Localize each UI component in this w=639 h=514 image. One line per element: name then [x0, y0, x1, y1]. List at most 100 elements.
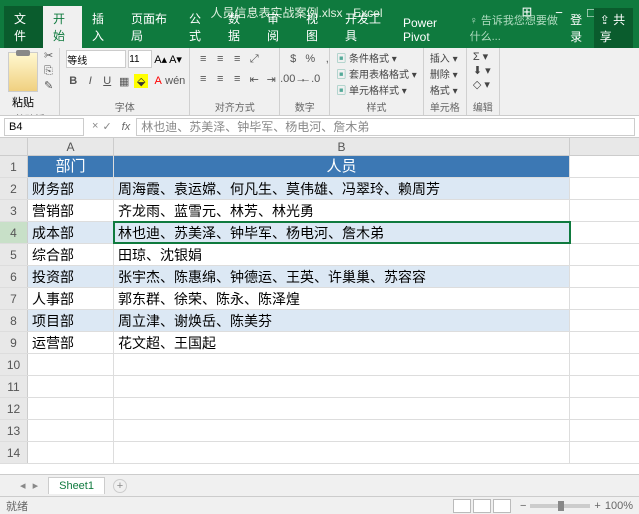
cell[interactable] — [114, 376, 570, 397]
cell[interactable]: 齐龙雨、蓝雪元、林芳、林光勇 — [114, 200, 570, 221]
cell[interactable]: 人事部 — [28, 288, 114, 309]
cell[interactable] — [28, 398, 114, 419]
login-link[interactable]: 登录 — [570, 11, 588, 45]
align-mid-icon[interactable]: ≡ — [213, 52, 227, 66]
tab-insert[interactable]: 插入 — [82, 6, 121, 48]
autosum-button[interactable]: Σ ▾ — [473, 50, 491, 63]
spreadsheet-grid[interactable]: A B 1部门人员2财务部周海霞、袁运嫦、何凡生、莫伟雄、冯翠玲、赖周芳3营销部… — [0, 138, 639, 474]
italic-icon[interactable]: I — [83, 74, 97, 88]
tab-data[interactable]: 数据 — [218, 6, 257, 48]
underline-icon[interactable]: U — [100, 74, 114, 88]
cell[interactable]: 营销部 — [28, 200, 114, 221]
indent-inc-icon[interactable]: ⇥ — [264, 72, 278, 86]
copy-icon[interactable]: ⎘ — [44, 65, 53, 78]
select-all-corner[interactable] — [0, 138, 28, 155]
view-normal-icon[interactable] — [453, 499, 471, 513]
cut-icon[interactable]: ✂ — [44, 50, 53, 63]
cell[interactable] — [114, 420, 570, 441]
cell[interactable]: 周立津、谢焕岳、陈美芬 — [114, 310, 570, 331]
col-header-a[interactable]: A — [28, 138, 114, 155]
percent-icon[interactable]: % — [303, 52, 317, 66]
tab-power[interactable]: Power Pivot — [393, 12, 464, 48]
shrink-font-icon[interactable]: A▾ — [169, 53, 182, 66]
cell[interactable]: 项目部 — [28, 310, 114, 331]
tell-me[interactable]: ♀ 告诉我您想要做什么... — [464, 8, 571, 48]
tab-formulas[interactable]: 公式 — [179, 6, 218, 48]
row-header[interactable]: 3 — [0, 200, 28, 221]
tab-view[interactable]: 视图 — [296, 6, 335, 48]
row-header[interactable]: 8 — [0, 310, 28, 331]
cell[interactable] — [28, 442, 114, 463]
format-cells-button[interactable]: 格式 ▾ — [430, 82, 458, 97]
delete-cells-button[interactable]: 删除 ▾ — [430, 66, 458, 81]
clear-button[interactable]: ◇ ▾ — [473, 78, 491, 91]
cell[interactable]: 综合部 — [28, 244, 114, 265]
cell[interactable]: 张宇杰、陈惠绵、钟德运、王英、许巢巢、苏容容 — [114, 266, 570, 287]
align-top-icon[interactable]: ≡ — [196, 52, 210, 66]
cell[interactable]: 财务部 — [28, 178, 114, 199]
row-header[interactable]: 1 — [0, 156, 28, 177]
fx-icon[interactable]: fx — [116, 121, 137, 133]
cell[interactable] — [114, 398, 570, 419]
cell[interactable] — [28, 376, 114, 397]
add-sheet-button[interactable]: + — [113, 479, 127, 493]
currency-icon[interactable]: $ — [286, 52, 300, 66]
row-header[interactable]: 9 — [0, 332, 28, 353]
font-name-input[interactable] — [66, 50, 126, 68]
row-header[interactable]: 13 — [0, 420, 28, 441]
tab-dev[interactable]: 开发工具 — [335, 6, 393, 48]
cell[interactable]: 部门 — [28, 156, 114, 177]
enter-formula-icon[interactable]: ✓ — [102, 120, 111, 133]
row-header[interactable]: 14 — [0, 442, 28, 463]
cell[interactable] — [28, 420, 114, 441]
orient-icon[interactable]: ⤢ — [247, 52, 261, 66]
align-right-icon[interactable]: ≡ — [230, 72, 244, 86]
cell-styles-button[interactable]: 单元格样式 ▾ — [336, 82, 417, 97]
cell[interactable] — [114, 442, 570, 463]
cell[interactable] — [114, 354, 570, 375]
zoom-slider[interactable] — [530, 504, 590, 508]
zoom-level[interactable]: 100% — [605, 500, 633, 512]
formula-bar[interactable] — [136, 118, 635, 136]
sheet-nav[interactable]: ◂ ▸ — [20, 479, 40, 492]
sheet-tab[interactable]: Sheet1 — [48, 477, 105, 494]
cell[interactable]: 田琼、沈银娟 — [114, 244, 570, 265]
row-header[interactable]: 4 — [0, 222, 28, 243]
insert-cells-button[interactable]: 插入 ▾ — [430, 50, 458, 65]
font-size-input[interactable] — [128, 50, 152, 68]
phonetic-icon[interactable]: wén — [168, 74, 182, 88]
zoom-in-button[interactable]: + — [594, 500, 600, 512]
row-header[interactable]: 11 — [0, 376, 28, 397]
col-header-b[interactable]: B — [114, 138, 570, 155]
share-button[interactable]: ⇪ 共享 — [594, 8, 633, 48]
grow-font-icon[interactable]: A▴ — [154, 53, 167, 66]
cell[interactable]: 花文超、王国起 — [114, 332, 570, 353]
paste-icon[interactable] — [8, 52, 38, 92]
fill-button[interactable]: ⬇ ▾ — [473, 64, 491, 77]
cell[interactable]: 周海霞、袁运嫦、何凡生、莫伟雄、冯翠玲、赖周芳 — [114, 178, 570, 199]
row-header[interactable]: 2 — [0, 178, 28, 199]
row-header[interactable]: 7 — [0, 288, 28, 309]
border-icon[interactable]: ▦ — [117, 74, 131, 88]
row-header[interactable]: 5 — [0, 244, 28, 265]
cell[interactable] — [28, 354, 114, 375]
align-center-icon[interactable]: ≡ — [213, 72, 227, 86]
bold-icon[interactable]: B — [66, 74, 80, 88]
cell[interactable]: 投资部 — [28, 266, 114, 287]
align-bot-icon[interactable]: ≡ — [230, 52, 244, 66]
tab-layout[interactable]: 页面布局 — [121, 6, 179, 48]
tab-file[interactable]: 文件 — [4, 6, 43, 48]
cell[interactable]: 郭东群、徐荣、陈永、陈泽煌 — [114, 288, 570, 309]
cell[interactable]: 林也迪、苏美泽、钟毕军、杨电河、詹木弟 — [114, 222, 570, 243]
zoom-out-button[interactable]: − — [520, 500, 526, 512]
row-header[interactable]: 12 — [0, 398, 28, 419]
cell[interactable]: 成本部 — [28, 222, 114, 243]
fill-color-icon[interactable]: ⬙ — [134, 74, 148, 88]
indent-dec-icon[interactable]: ⇤ — [247, 72, 261, 86]
format-painter-icon[interactable]: ✎ — [44, 80, 53, 93]
name-box[interactable] — [4, 118, 84, 136]
cond-format-button[interactable]: 条件格式 ▾ — [336, 50, 417, 65]
inc-decimal-icon[interactable]: .00→ — [286, 72, 300, 86]
row-header[interactable]: 6 — [0, 266, 28, 287]
table-format-button[interactable]: 套用表格格式 ▾ — [336, 66, 417, 81]
